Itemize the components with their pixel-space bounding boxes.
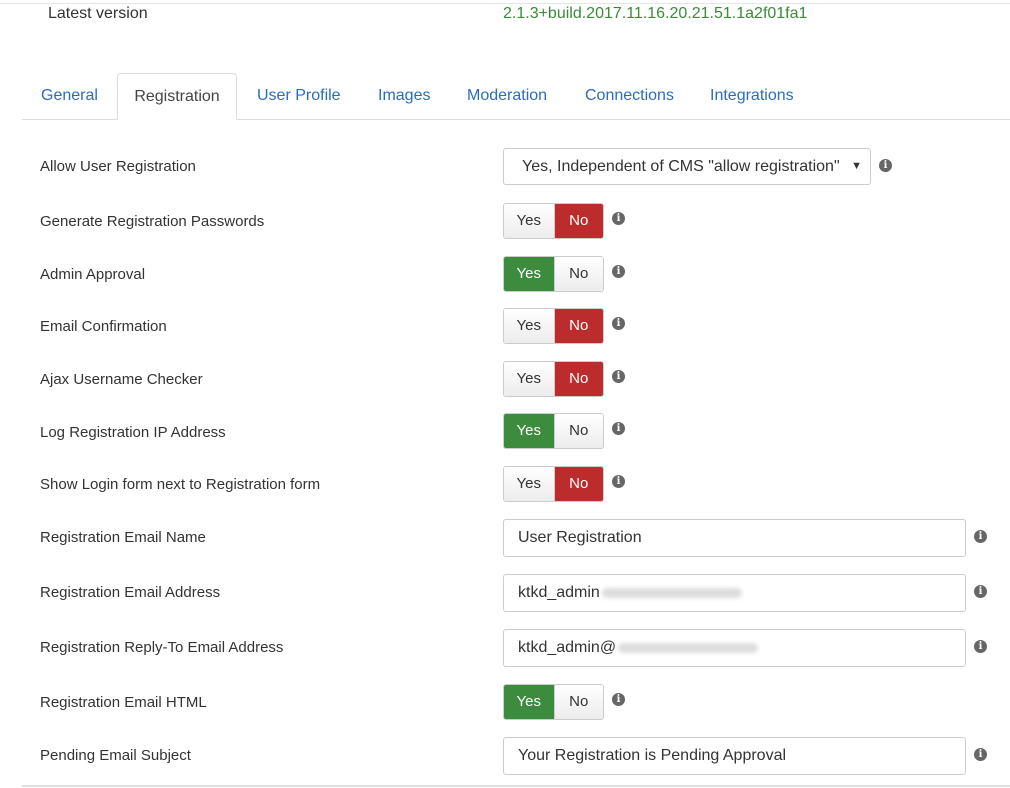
top-divider [0,3,1010,4]
tab-registration[interactable]: Registration [117,73,237,120]
no-option[interactable]: No [553,362,603,396]
registration-reply-to-value: ktkd_admin@ [518,639,617,656]
registration-email-address-value: ktkd_admin [518,584,600,601]
pending-email-subject-label: Pending Email Subject [40,747,191,764]
email-confirmation-toggle: Yes No [503,308,604,344]
redacted-text [618,642,759,653]
bottom-divider [22,785,1010,787]
no-option[interactable]: No [553,204,603,238]
info-icon[interactable]: i [612,370,625,383]
info-icon[interactable]: i [974,748,987,761]
registration-email-address-label: Registration Email Address [40,584,221,601]
info-icon[interactable]: i [974,530,987,543]
info-icon[interactable]: i [612,693,625,706]
registration-email-html-toggle: Yes No [503,684,604,720]
registration-email-name-value: User Registration [518,529,642,546]
registration-email-name-label: Registration Email Name [40,529,206,546]
log-registration-ip-label: Log Registration IP Address [40,424,226,441]
show-login-form-label: Show Login form next to Registration for… [40,476,321,493]
yes-option[interactable]: Yes [504,362,554,396]
email-confirmation-label: Email Confirmation [40,318,167,335]
no-option[interactable]: No [553,414,603,448]
redacted-text [601,587,742,598]
generate-registration-passwords-label: Generate Registration Passwords [40,213,265,230]
allow-user-registration-label: Allow User Registration [40,158,196,175]
tab-general[interactable]: General [41,73,98,120]
pending-email-subject-value: Your Registration is Pending Approval [518,747,787,764]
info-icon[interactable]: i [612,317,625,330]
generate-registration-passwords-toggle: Yes No [503,203,604,239]
tab-connections[interactable]: Connections [585,73,674,120]
settings-tabs: General Registration User Profile Images… [22,73,1010,120]
tab-images[interactable]: Images [378,73,430,120]
pending-email-subject-input[interactable]: Your Registration is Pending Approval [503,737,966,775]
tab-integrations[interactable]: Integrations [710,73,794,120]
no-option[interactable]: No [553,467,603,501]
allow-user-registration-value: Yes, Independent of CMS "allow registrat… [522,158,840,175]
registration-reply-to-input[interactable]: ktkd_admin@ [503,629,966,667]
caret-down-icon: ▼ [851,160,862,172]
tab-moderation[interactable]: Moderation [467,73,547,120]
yes-option[interactable]: Yes [504,204,554,238]
no-option[interactable]: No [553,309,603,343]
info-icon[interactable]: i [879,159,892,172]
tab-user-profile[interactable]: User Profile [257,73,341,120]
ajax-username-checker-label: Ajax Username Checker [40,371,203,388]
info-icon[interactable]: i [974,585,987,598]
admin-approval-label: Admin Approval [40,266,146,283]
registration-email-address-input[interactable]: ktkd_admin [503,574,966,612]
no-option[interactable]: No [553,257,603,291]
info-icon[interactable]: i [612,422,625,435]
latest-version-label: Latest version [48,5,148,22]
yes-option[interactable]: Yes [504,309,554,343]
info-icon[interactable]: i [612,475,625,488]
yes-option[interactable]: Yes [504,685,554,719]
info-icon[interactable]: i [974,640,987,653]
info-icon[interactable]: i [612,212,625,225]
registration-reply-to-label: Registration Reply-To Email Address [40,639,284,656]
info-icon[interactable]: i [612,265,625,278]
ajax-username-checker-toggle: Yes No [503,361,604,397]
log-registration-ip-toggle: Yes No [503,413,604,449]
yes-option[interactable]: Yes [504,467,554,501]
admin-approval-toggle: Yes No [503,256,604,292]
latest-version-value: 2.1.3+build.2017.11.16.20.21.51.1a2f01fa… [503,5,808,22]
show-login-form-toggle: Yes No [503,466,604,502]
allow-user-registration-select[interactable]: Yes, Independent of CMS "allow registrat… [503,148,871,185]
registration-email-html-label: Registration Email HTML [40,694,207,711]
no-option[interactable]: No [553,685,603,719]
yes-option[interactable]: Yes [504,414,554,448]
registration-email-name-input[interactable]: User Registration [503,519,966,557]
yes-option[interactable]: Yes [504,257,554,291]
